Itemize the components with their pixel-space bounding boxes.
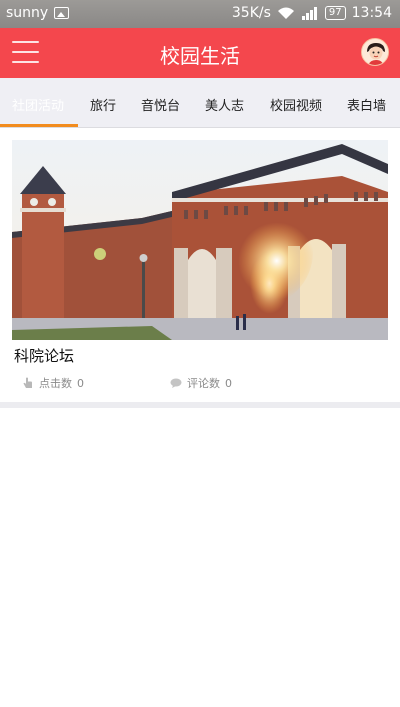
carrier-name: sunny (6, 5, 49, 21)
comment-count: 评论数 0 (170, 375, 232, 391)
tab-campus-video[interactable]: 校园视频 (270, 95, 322, 114)
wifi-icon (277, 7, 294, 19)
post-title[interactable]: 科院论坛 (14, 345, 74, 366)
tab-beauty[interactable]: 美人志 (205, 95, 244, 114)
app-header: 校园生活 (0, 28, 400, 78)
tab-music[interactable]: 音悦台 (141, 95, 180, 114)
comment-count-label: 评论数 (187, 377, 220, 390)
image-notification-icon (54, 7, 70, 19)
user-avatar-icon (362, 39, 388, 65)
click-count-value: 0 (77, 376, 84, 390)
post-cover-image[interactable] (12, 140, 388, 340)
avatar[interactable] (361, 38, 389, 66)
comment-count-value: 0 (225, 376, 232, 390)
tab-travel[interactable]: 旅行 (90, 95, 116, 114)
hamburger-menu-icon[interactable] (12, 41, 39, 65)
clock: 13:54 (351, 5, 392, 21)
tab-club-activities[interactable]: 社团活动 (12, 95, 64, 114)
signal-icon (301, 6, 317, 20)
speech-bubble-icon (170, 378, 182, 388)
status-bar: sunny 35K/s 97 13:54 (0, 0, 400, 28)
active-tab-indicator (0, 124, 78, 127)
category-tab-bar: 社团活动 旅行 音悦台 美人志 校园视频 表白墙 (0, 78, 400, 128)
section-divider (0, 402, 400, 408)
network-speed: 35K/s (231, 5, 271, 21)
click-count-label: 点击数 (39, 377, 72, 390)
post-card[interactable]: 科院论坛 点击数 0 评论数 0 (0, 129, 400, 404)
page-title: 校园生活 (160, 44, 240, 68)
battery-icon: 97 (324, 6, 346, 20)
click-count: 点击数 0 (22, 375, 84, 391)
hand-pointer-icon (23, 377, 32, 388)
tab-confession-wall[interactable]: 表白墙 (347, 95, 386, 114)
